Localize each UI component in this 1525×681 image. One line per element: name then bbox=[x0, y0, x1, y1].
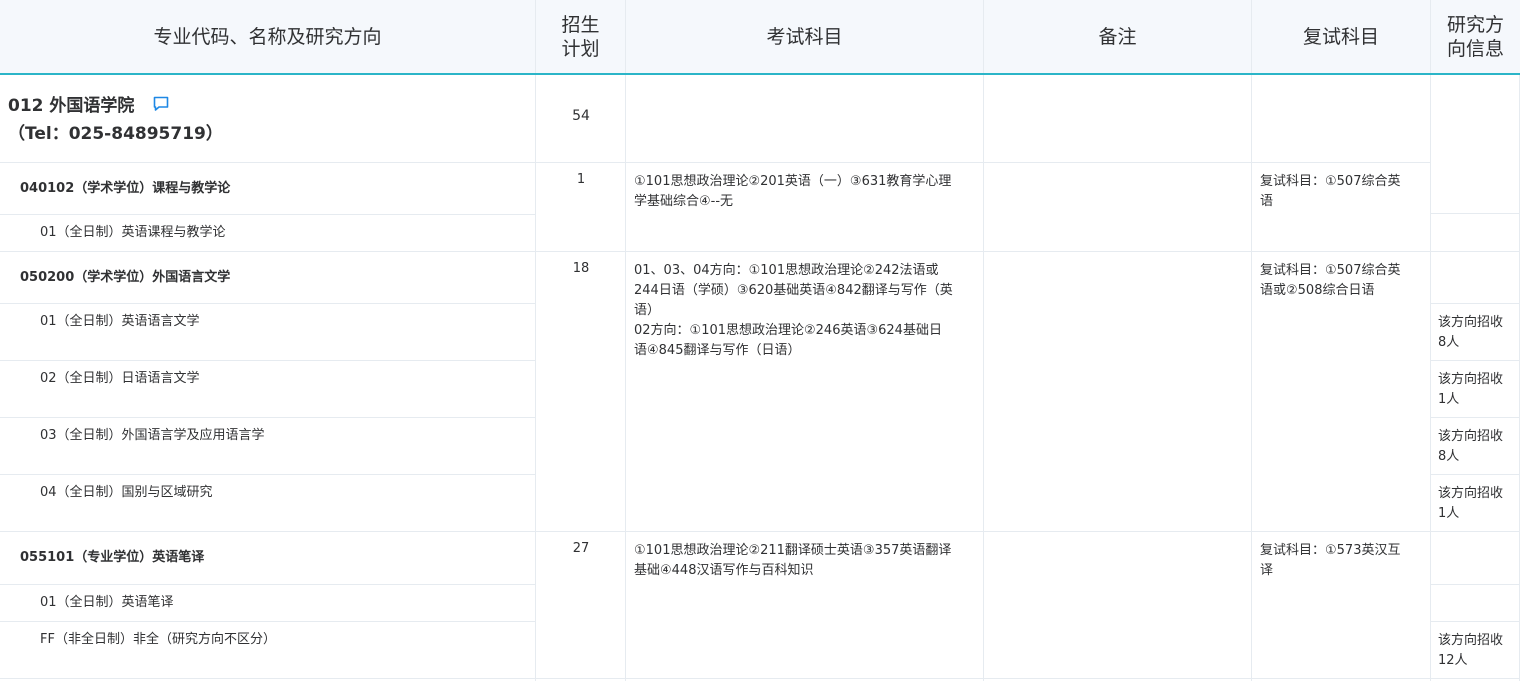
direction-info: 该方向招收 bbox=[1438, 315, 1504, 330]
exam-line: 语） bbox=[634, 303, 661, 318]
exam-line: ①101思想政治理论②211翻译硕士英语③357英语翻译 bbox=[634, 543, 952, 558]
exam-line: 244日语（学硕）③620基础英语④842翻译与写作（英 bbox=[634, 283, 953, 298]
college-plan: 54 bbox=[572, 108, 590, 124]
direction-name: 04（全日制）国别与区域研究 bbox=[40, 485, 213, 500]
table-header: 专业代码、名称及研究方向 招生 计划 考试科目 备注 复试科目 研究方 向信息 bbox=[0, 0, 1520, 75]
header-plan: 招生 计划 bbox=[536, 0, 625, 73]
direction-info: 1人 bbox=[1438, 392, 1460, 407]
direction-name: 01（全日制）英语课程与教学论 bbox=[40, 225, 226, 240]
major-plan: 1 bbox=[576, 172, 586, 187]
exam-line: 语④845翻译与写作（日语） bbox=[634, 343, 801, 358]
header-retest: 复试科目 bbox=[1302, 25, 1379, 48]
direction-name: FF（非全日制）非全（研究方向不区分） bbox=[40, 632, 276, 647]
direction-info: 12人 bbox=[1438, 653, 1468, 668]
header-remark: 备注 bbox=[1098, 25, 1137, 48]
retest-line: 复试科目：①573英汉互 bbox=[1260, 543, 1401, 558]
header-dir-line2: 向信息 bbox=[1446, 37, 1504, 60]
retest-line: 语或②508综合日语 bbox=[1260, 283, 1375, 298]
direction-info: 该方向招收 bbox=[1438, 372, 1504, 387]
major-title: 040102（学术学位）课程与教学论 bbox=[20, 181, 231, 196]
header-exam: 考试科目 bbox=[766, 25, 843, 48]
direction-info: 1人 bbox=[1438, 506, 1460, 521]
exam-line: 02方向：①101思想政治理论②246英语③624基础日 bbox=[634, 323, 942, 338]
direction-name: 01（全日制）英语语言文学 bbox=[40, 314, 200, 329]
direction-info: 该方向招收 bbox=[1438, 633, 1504, 648]
exam-line: 01、03、04方向：①101思想政治理论②242法语或 bbox=[634, 263, 939, 278]
exam-line: 学基础综合④--无 bbox=[634, 194, 734, 209]
exam-line: ①101思想政治理论②201英语（一）③631教育学心理 bbox=[634, 174, 952, 189]
retest-line: 复试科目：①507综合英 bbox=[1260, 263, 1401, 278]
direction-name: 02（全日制）日语语言文学 bbox=[40, 371, 200, 386]
major-plan: 18 bbox=[572, 261, 590, 276]
header-dir-line1: 研究方 bbox=[1446, 13, 1504, 36]
header-plan-line2: 计划 bbox=[561, 37, 600, 60]
college-name: 012 外国语学院 bbox=[8, 96, 135, 116]
direction-info: 该方向招收 bbox=[1438, 486, 1504, 501]
header-plan-line1: 招生 bbox=[561, 13, 600, 36]
direction-name: 01（全日制）英语笔译 bbox=[40, 595, 174, 610]
college-tel: （Tel：025-84895719） bbox=[8, 124, 223, 144]
retest-line: 复试科目：①507综合英 bbox=[1260, 174, 1401, 189]
header-major: 专业代码、名称及研究方向 bbox=[153, 25, 382, 48]
chat-icon[interactable] bbox=[152, 95, 170, 113]
major-plan: 27 bbox=[572, 541, 590, 556]
header-direction-info: 研究方 向信息 bbox=[1431, 0, 1520, 73]
direction-info: 8人 bbox=[1438, 449, 1460, 464]
exam-line: 基础④448汉语写作与百科知识 bbox=[634, 563, 814, 578]
direction-info: 8人 bbox=[1438, 335, 1460, 350]
direction-info: 该方向招收 bbox=[1438, 429, 1504, 444]
retest-line: 译 bbox=[1260, 563, 1274, 578]
major-title: 050200（学术学位）外国语言文学 bbox=[20, 270, 231, 285]
retest-line: 语 bbox=[1260, 194, 1274, 209]
direction-name: 03（全日制）外国语言学及应用语言学 bbox=[40, 428, 265, 443]
major-title: 055101（专业学位）英语笔译 bbox=[20, 550, 205, 565]
